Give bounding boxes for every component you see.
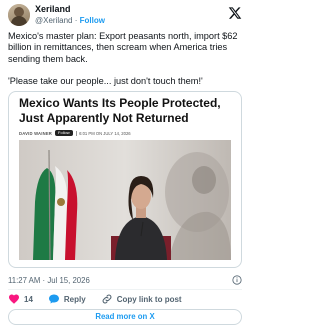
article-follow-button[interactable]: Follow <box>55 130 73 136</box>
article-author: DAVID WAINER <box>19 130 53 136</box>
post-paragraph: 'Please take our people... just don't to… <box>8 76 203 87</box>
action-bar: 14 Reply Copy link to post <box>8 292 242 306</box>
heart-icon <box>9 294 19 304</box>
article-timestamp: 6:01 PM ON JULY 14, 2026 <box>79 130 131 136</box>
follow-link[interactable]: Follow <box>80 16 105 25</box>
post-date: Jul 15, 2026 <box>47 276 90 285</box>
post-time: 11:27 AM <box>8 276 41 285</box>
x-logo-icon[interactable] <box>228 6 242 20</box>
link-icon <box>102 294 112 304</box>
link-card[interactable]: Mexico Wants Its People Protected, Just … <box>8 91 242 268</box>
separator-dot: · <box>74 16 78 25</box>
post-text: Mexico's master plan: Export peasants no… <box>8 31 242 88</box>
reply-label: Reply <box>63 294 86 304</box>
post-header: Xeriland @Xeriland · Follow <box>8 4 242 26</box>
copy-link-label: Copy link to post <box>116 294 182 304</box>
article-byline: DAVID WAINER Follow 6:01 PM ON JULY 14, … <box>19 129 131 137</box>
article-photo[interactable] <box>19 140 231 260</box>
info-icon[interactable] <box>232 275 242 285</box>
reply-icon <box>48 294 59 304</box>
post-timestamp[interactable]: 11:27 AM · Jul 15, 2026 <box>8 276 90 285</box>
read-more-button[interactable]: Read more on X <box>8 309 242 325</box>
like-count: 14 <box>24 294 33 304</box>
post-paragraph: Mexico's master plan: Export peasants no… <box>8 31 238 64</box>
avatar[interactable] <box>8 4 30 26</box>
like-button[interactable]: 14 <box>8 293 33 305</box>
byline-divider <box>75 130 77 136</box>
reply-button[interactable]: Reply <box>48 293 86 305</box>
embedded-post: Xeriland @Xeriland · Follow Mexico's mas… <box>0 0 250 331</box>
divider <box>8 289 242 290</box>
author-handle-row: @Xeriland · Follow <box>35 15 105 26</box>
article-title[interactable]: Mexico Wants Its People Protected, Just … <box>19 96 235 125</box>
author-handle[interactable]: @Xeriland <box>35 16 72 25</box>
copy-link-button[interactable]: Copy link to post <box>101 293 182 305</box>
author-name[interactable]: Xeriland <box>35 4 105 15</box>
separator-dot: · <box>42 276 46 285</box>
author-block: Xeriland @Xeriland · Follow <box>35 4 105 26</box>
